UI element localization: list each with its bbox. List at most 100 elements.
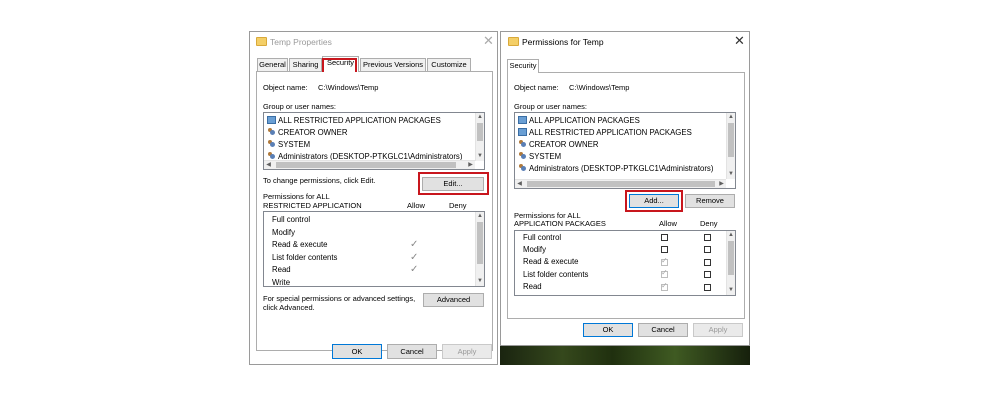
scroll-down-icon[interactable]: ▼ bbox=[476, 277, 484, 286]
horizontal-scrollbar[interactable]: ◀ ▶ bbox=[264, 160, 475, 169]
horizontal-scrollbar[interactable]: ◀ ▶ bbox=[515, 179, 726, 188]
group-icon bbox=[518, 116, 527, 124]
user-icon bbox=[267, 152, 276, 160]
user-icon bbox=[518, 164, 527, 172]
permission-row: Full control bbox=[523, 233, 562, 242]
special-permissions-text: For special permissions or advanced sett… bbox=[263, 294, 416, 303]
scroll-up-icon[interactable]: ▲ bbox=[476, 113, 484, 122]
scroll-thumb[interactable] bbox=[728, 241, 734, 275]
permissions-for-label-2: APPLICATION PACKAGES bbox=[514, 219, 606, 228]
object-name-value: C:\Windows\Temp bbox=[569, 83, 630, 92]
list-item[interactable]: CREATOR OWNER bbox=[267, 127, 347, 138]
window-title: Temp Properties bbox=[270, 37, 332, 47]
deny-column-header: Deny bbox=[449, 201, 467, 210]
group-icon bbox=[267, 116, 276, 124]
permissions-list[interactable]: Full control Modify Read & execute List … bbox=[514, 230, 736, 296]
cancel-button[interactable]: Cancel bbox=[638, 323, 688, 337]
apply-button[interactable]: Apply bbox=[693, 323, 743, 337]
user-icon bbox=[267, 128, 276, 136]
allow-check-icon: ✓ bbox=[410, 264, 419, 275]
allow-checkbox[interactable] bbox=[661, 281, 668, 291]
permission-row: Full control bbox=[272, 215, 311, 224]
permission-row: Write bbox=[272, 278, 291, 287]
deny-checkbox[interactable] bbox=[704, 246, 711, 253]
scroll-left-icon[interactable]: ◀ bbox=[264, 161, 273, 169]
permission-row: Read & execute bbox=[272, 240, 328, 249]
list-item[interactable]: SYSTEM bbox=[518, 151, 561, 162]
list-item[interactable]: CREATOR OWNER bbox=[518, 139, 598, 150]
scroll-thumb[interactable] bbox=[477, 123, 483, 141]
list-item[interactable]: SYSTEM bbox=[267, 139, 310, 150]
user-icon bbox=[267, 140, 276, 148]
permissions-for-label-2: RESTRICTED APPLICATION bbox=[263, 201, 362, 210]
group-icon bbox=[518, 128, 527, 136]
scroll-down-icon[interactable]: ▼ bbox=[476, 152, 484, 161]
permission-row: Read bbox=[523, 282, 542, 291]
scroll-up-icon[interactable]: ▲ bbox=[727, 231, 735, 240]
object-name-label: Object name: bbox=[263, 83, 308, 92]
list-item[interactable]: ALL APPLICATION PACKAGES bbox=[518, 115, 640, 126]
allow-checkbox[interactable] bbox=[661, 268, 668, 278]
vertical-scrollbar[interactable]: ▲ ▼ bbox=[475, 113, 484, 161]
tab-strip: General Sharing Security Previous Versio… bbox=[256, 56, 493, 72]
scroll-thumb[interactable] bbox=[276, 162, 456, 168]
title-bar[interactable]: Permissions for Temp ✕ bbox=[501, 32, 749, 52]
allow-checkbox[interactable] bbox=[661, 234, 668, 241]
scroll-thumb[interactable] bbox=[527, 181, 715, 187]
user-list[interactable]: ALL RESTRICTED APPLICATION PACKAGES CREA… bbox=[263, 112, 485, 170]
add-button-highlight bbox=[625, 190, 683, 212]
cancel-button[interactable]: Cancel bbox=[387, 344, 437, 359]
allow-column-header: Allow bbox=[407, 201, 425, 210]
vertical-scrollbar[interactable]: ▲ ▼ bbox=[475, 212, 484, 286]
scroll-thumb[interactable] bbox=[477, 222, 483, 264]
permission-row: List folder contents bbox=[523, 270, 589, 279]
deny-checkbox[interactable] bbox=[704, 259, 711, 266]
tab-previous-versions[interactable]: Previous Versions bbox=[360, 58, 426, 71]
close-icon[interactable]: ✕ bbox=[483, 33, 494, 49]
allow-checkbox[interactable] bbox=[661, 256, 668, 266]
tab-customize[interactable]: Customize bbox=[427, 58, 471, 71]
special-permissions-text-2: click Advanced. bbox=[263, 303, 315, 312]
deny-checkbox[interactable] bbox=[704, 284, 711, 291]
permission-row: Modify bbox=[523, 245, 546, 254]
scroll-left-icon[interactable]: ◀ bbox=[515, 180, 524, 188]
scroll-up-icon[interactable]: ▲ bbox=[727, 113, 735, 122]
apply-button[interactable]: Apply bbox=[442, 344, 492, 359]
close-icon[interactable]: ✕ bbox=[734, 33, 745, 49]
scroll-right-icon[interactable]: ▶ bbox=[717, 180, 726, 188]
permission-row: Modify bbox=[272, 228, 295, 237]
remove-button[interactable]: Remove bbox=[685, 194, 735, 208]
advanced-button[interactable]: Advanced bbox=[423, 293, 484, 307]
ok-button[interactable]: OK bbox=[332, 344, 382, 359]
tab-sharing[interactable]: Sharing bbox=[289, 58, 322, 71]
allow-check-icon: ✓ bbox=[410, 252, 419, 263]
ok-button[interactable]: OK bbox=[583, 323, 633, 337]
tab-general[interactable]: General bbox=[257, 58, 288, 71]
deny-checkbox[interactable] bbox=[704, 234, 711, 241]
object-name-value: C:\Windows\Temp bbox=[318, 83, 379, 92]
scroll-down-icon[interactable]: ▼ bbox=[727, 286, 735, 295]
allow-checkbox[interactable] bbox=[661, 246, 668, 253]
list-item[interactable]: ALL RESTRICTED APPLICATION PACKAGES bbox=[518, 127, 692, 138]
edit-button-highlight bbox=[418, 172, 489, 195]
scroll-up-icon[interactable]: ▲ bbox=[476, 212, 484, 221]
change-permissions-text: To change permissions, click Edit. bbox=[263, 176, 376, 185]
user-icon bbox=[518, 140, 527, 148]
permissions-list[interactable]: Full control Modify Read & execute List … bbox=[263, 211, 485, 287]
user-list[interactable]: ALL APPLICATION PACKAGES ALL RESTRICTED … bbox=[514, 112, 736, 189]
list-item[interactable]: ALL RESTRICTED APPLICATION PACKAGES bbox=[267, 115, 441, 126]
window-title: Permissions for Temp bbox=[522, 37, 604, 47]
title-bar[interactable]: Temp Properties ✕ bbox=[250, 32, 497, 52]
deny-checkbox[interactable] bbox=[704, 271, 711, 278]
object-name-label: Object name: bbox=[514, 83, 559, 92]
vertical-scrollbar[interactable]: ▲ ▼ bbox=[726, 113, 735, 179]
list-item[interactable]: Administrators (DESKTOP-PTKGLC1\Administ… bbox=[518, 163, 713, 174]
scroll-right-icon[interactable]: ▶ bbox=[466, 161, 475, 169]
deny-column-header: Deny bbox=[700, 219, 718, 228]
vertical-scrollbar[interactable]: ▲ ▼ bbox=[726, 231, 735, 295]
scroll-thumb[interactable] bbox=[728, 123, 734, 157]
desktop-background bbox=[500, 346, 750, 365]
folder-icon bbox=[508, 37, 519, 46]
scroll-down-icon[interactable]: ▼ bbox=[727, 170, 735, 179]
user-icon bbox=[518, 152, 527, 160]
